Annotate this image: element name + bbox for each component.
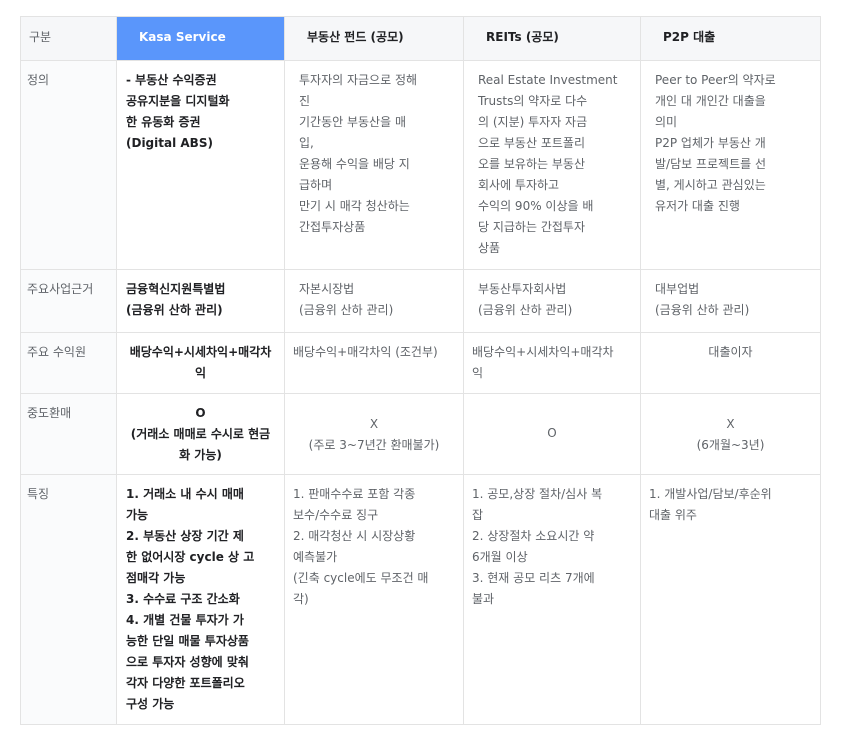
cell-legal-basis-fund: 자본시장법 (금융위 산하 관리) [284, 269, 464, 333]
row-label-definition: 정의 [20, 60, 117, 270]
header-reits: REITs (공모) [463, 16, 641, 61]
cell-redemption-kasa: O (거래소 매매로 수시로 현금 화 가능) [116, 393, 285, 475]
row-label-redemption: 중도환매 [20, 393, 117, 475]
cell-features-kasa: 1. 거래소 내 수시 매매 가능 2. 부동산 상장 기간 제 한 없어시장 … [116, 474, 285, 725]
cell-definition-p2p: Peer to Peer의 약자로 개인 대 개인간 대출을 의미 P2P 업체… [640, 60, 821, 270]
header-row: 구분 Kasa Service 부동산 펀드 (공모) REITs (공모) P… [20, 16, 821, 61]
cell-legal-basis-p2p: 대부업법 (금융위 산하 관리) [640, 269, 821, 333]
cell-revenue-reits: 배당수익+시세차익+매각차 익 [463, 332, 641, 394]
cell-features-reits: 1. 공모,상장 절차/심사 복 잡 2. 상장절차 소요시간 약 6개월 이상… [463, 474, 641, 725]
header-kasa-service: Kasa Service [116, 16, 285, 61]
table-row-features: 특징 1. 거래소 내 수시 매매 가능 2. 부동산 상장 기간 제 한 없어… [20, 474, 821, 725]
row-label-features: 특징 [20, 474, 117, 725]
cell-features-p2p: 1. 개발사업/담보/후순위 대출 위주 [640, 474, 821, 725]
cell-legal-basis-kasa: 금융혁신지원특별법 (금융위 산하 관리) [116, 269, 285, 333]
cell-revenue-p2p: 대출이자 [640, 332, 821, 394]
cell-features-fund: 1. 판매수수료 포함 각종 보수/수수료 징구 2. 매각청산 시 시장상황 … [284, 474, 464, 725]
comparison-table: 구분 Kasa Service 부동산 펀드 (공모) REITs (공모) P… [20, 16, 821, 725]
header-category: 구분 [20, 16, 117, 61]
cell-revenue-kasa: 배당수익+시세차익+매각차 익 [116, 332, 285, 394]
cell-definition-kasa: - 부동산 수익증권 공유지분을 디지털화 한 유동화 증권 (Digital … [116, 60, 285, 270]
cell-redemption-p2p: X (6개월~3년) [640, 393, 821, 475]
cell-redemption-fund: X (주로 3~7년간 환매불가) [284, 393, 464, 475]
cell-revenue-fund: 배당수익+매각차익 (조건부) [284, 332, 464, 394]
cell-definition-fund: 투자자의 자금으로 정해 진 기간동안 부동산을 매 입, 운용해 수익을 배당… [284, 60, 464, 270]
row-label-revenue: 주요 수익원 [20, 332, 117, 394]
row-label-legal-basis: 주요사업근거 [20, 269, 117, 333]
cell-redemption-reits: O [463, 393, 641, 475]
header-real-estate-fund: 부동산 펀드 (공모) [284, 16, 464, 61]
cell-legal-basis-reits: 부동산투자회사법 (금융위 산하 관리) [463, 269, 641, 333]
header-p2p-loan: P2P 대출 [640, 16, 821, 61]
table-row-legal-basis: 주요사업근거 금융혁신지원특별법 (금융위 산하 관리) 자본시장법 (금융위 … [20, 269, 821, 333]
table-row-redemption: 중도환매 O (거래소 매매로 수시로 현금 화 가능) X (주로 3~7년간… [20, 393, 821, 475]
cell-definition-reits: Real Estate Investment Trusts의 약자로 다수 의 … [463, 60, 641, 270]
table-row-definition: 정의 - 부동산 수익증권 공유지분을 디지털화 한 유동화 증권 (Digit… [20, 60, 821, 270]
table-row-revenue: 주요 수익원 배당수익+시세차익+매각차 익 배당수익+매각차익 (조건부) 배… [20, 332, 821, 394]
